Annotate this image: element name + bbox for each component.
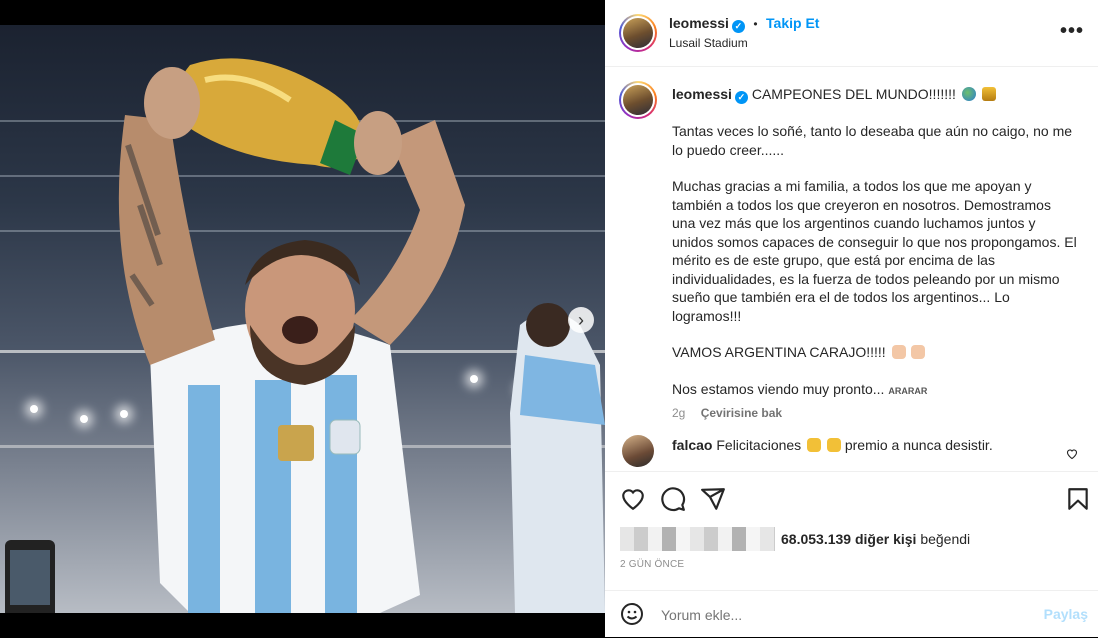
caption-cheer: VAMOS ARGENTINA CARAJO!!!!! [672, 344, 886, 360]
caption: leomessi ✓ CAMPEONES DEL MUNDO!!!!!!! Tan… [672, 85, 1077, 423]
comment-icon[interactable] [660, 486, 686, 512]
caption-meta: 2g Çevirisine bak [672, 404, 1077, 423]
caption-paragraph: Tantas veces lo soñé, tanto lo deseaba q… [672, 123, 1073, 158]
globe-emoji-icon [961, 87, 976, 101]
caption-title-line: leomessi ✓ CAMPEONES DEL MUNDO!!!!!!! [672, 85, 1077, 104]
caption-username[interactable]: leomessi [672, 86, 732, 102]
comment-like-icon[interactable] [1066, 447, 1078, 465]
see-translation-link[interactable]: Çevirisine bak [701, 406, 782, 420]
post-comment-button[interactable]: Paylaş [1044, 606, 1088, 622]
caption-paragraph: VAMOS ARGENTINA CARAJO!!!!! [672, 343, 1077, 362]
verified-icon: ✓ [734, 91, 748, 104]
likes-count[interactable]: 68.053.139 [781, 531, 851, 547]
caption-title: CAMPEONES DEL MUNDO!!!!!!! [751, 86, 956, 102]
separator-dot: • [753, 17, 758, 31]
post-age: 2g [672, 406, 686, 420]
comments-scroll[interactable]: leomessi ✓ CAMPEONES DEL MUNDO!!!!!!! Tan… [605, 67, 1098, 472]
heart-icon[interactable] [620, 486, 646, 512]
comment-text-start: Felicitaciones [716, 437, 802, 453]
share-icon[interactable] [700, 486, 726, 512]
trophy-emoji-icon [981, 87, 996, 101]
ararar-tag: ARARAR [888, 385, 928, 396]
add-comment-bar: Paylaş [605, 590, 1098, 638]
raised-hands-emoji-icon [891, 345, 906, 359]
comment-username[interactable]: falcao [672, 437, 712, 453]
comment-text-end: premio a nunca desistir. [844, 437, 993, 453]
verified-icon: ✓ [731, 20, 745, 33]
player-illustration [0, 58, 605, 613]
post-date[interactable]: 2 GÜN ÖNCE [620, 559, 684, 570]
next-slide-button[interactable]: › [568, 307, 594, 333]
post-header: leomessi ✓ • Takip Et Lusail Stadium ••• [605, 0, 1098, 67]
comment-item: falcao Felicitaciones premio a nunca des… [620, 435, 1085, 471]
caption-closing: Nos estamos viendo muy pronto... [672, 380, 885, 397]
likes-verb: beğendi [920, 531, 971, 547]
raised-hands-emoji-icon [911, 345, 926, 359]
comment-avatar[interactable] [622, 435, 654, 467]
post-location[interactable]: Lusail Stadium [669, 36, 748, 50]
more-options-icon[interactable]: ••• [1060, 20, 1084, 43]
post-panel: leomessi ✓ • Takip Et Lusail Stadium ••• … [605, 0, 1098, 637]
liked-by-avatars-redacted [620, 527, 775, 551]
bookmark-icon[interactable] [1065, 486, 1091, 512]
avatar[interactable] [619, 14, 657, 52]
caption-paragraph: Muchas gracias a mi familia, a todos los… [672, 178, 1077, 324]
follow-button[interactable]: Takip Et [766, 15, 819, 31]
action-bar [605, 472, 1098, 522]
comment-input[interactable] [659, 602, 1023, 628]
post-username[interactable]: leomessi [669, 15, 729, 31]
chevron-right-icon: › [578, 310, 584, 330]
likes-others[interactable]: diğer kişi [855, 531, 916, 547]
emoji-icon[interactable] [620, 602, 644, 631]
clap-emoji-icon [807, 438, 822, 452]
caption-paragraph: Nos estamos viendo muy pronto... ARARAR [672, 380, 1077, 401]
post-media: › [0, 0, 605, 637]
clap-emoji-icon [826, 438, 841, 452]
likes-row: 68.053.139 diğer kişi beğendi [620, 526, 970, 552]
caption-avatar[interactable] [619, 81, 657, 119]
post-photo[interactable]: › [0, 25, 605, 613]
